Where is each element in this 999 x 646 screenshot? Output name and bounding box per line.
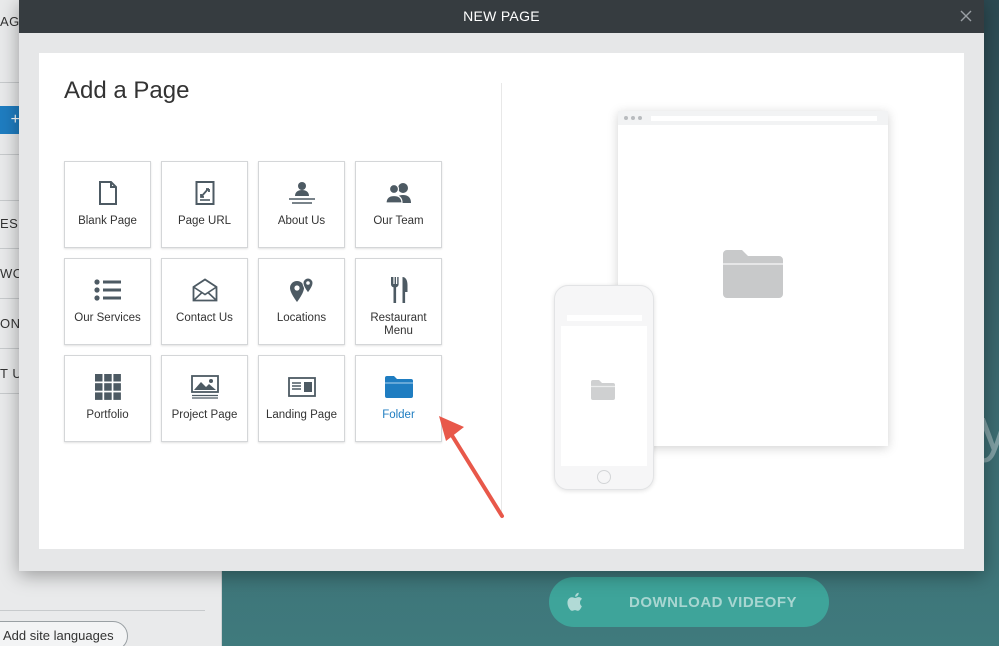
window-dot bbox=[638, 116, 642, 120]
tile-our-team[interactable]: Our Team bbox=[355, 161, 442, 248]
bg-divider bbox=[0, 610, 205, 611]
tile-page-url[interactable]: Page URL bbox=[161, 161, 248, 248]
image-icon bbox=[190, 373, 220, 401]
tile-project-page[interactable]: Project Page bbox=[161, 355, 248, 442]
new-page-modal: NEW PAGE Add a Page Blank Page Page URL bbox=[19, 0, 984, 571]
window-dot bbox=[631, 116, 635, 120]
download-button[interactable]: DOWNLOAD VIDEOFY bbox=[549, 577, 829, 627]
folder-icon bbox=[384, 373, 414, 401]
page-type-grid: Blank Page Page URL About Us Our Team Ou… bbox=[64, 161, 444, 442]
tile-landing-page[interactable]: Landing Page bbox=[258, 355, 345, 442]
tile-blank-page[interactable]: Blank Page bbox=[64, 161, 151, 248]
tile-label: Portfolio bbox=[86, 409, 129, 421]
phone-top-bar bbox=[567, 315, 642, 321]
tile-contact-us[interactable]: Contact Us bbox=[161, 258, 248, 345]
tile-about-us[interactable]: About Us bbox=[258, 161, 345, 248]
preview-folder-small-icon bbox=[590, 379, 616, 406]
bg-fragment: ES bbox=[0, 216, 19, 231]
tile-label: Restaurant Menu bbox=[370, 312, 427, 337]
tile-label: Folder bbox=[382, 409, 415, 421]
about-us-icon bbox=[287, 179, 317, 207]
page-title: Add a Page bbox=[64, 77, 190, 104]
address-bar bbox=[651, 115, 877, 121]
tile-label: Project Page bbox=[171, 409, 238, 421]
modal-header: NEW PAGE bbox=[19, 0, 984, 33]
our-team-icon bbox=[384, 179, 414, 207]
modal-title: NEW PAGE bbox=[463, 8, 540, 24]
grid-icon bbox=[93, 373, 123, 401]
tile-label: Our Team bbox=[373, 215, 424, 227]
tile-label: Page URL bbox=[177, 215, 232, 227]
tile-label: Contact Us bbox=[176, 312, 233, 324]
desktop-preview bbox=[618, 111, 888, 446]
phone-home-button bbox=[597, 470, 611, 484]
location-pin-icon bbox=[287, 276, 317, 304]
tile-label: Our Services bbox=[74, 312, 141, 324]
fork-knife-icon bbox=[384, 276, 414, 304]
tile-locations[interactable]: Locations bbox=[258, 258, 345, 345]
landing-page-icon bbox=[287, 373, 317, 401]
tile-label: About Us bbox=[277, 215, 326, 227]
tile-label: Locations bbox=[276, 312, 327, 324]
browser-toolbar bbox=[618, 111, 888, 125]
page-url-icon bbox=[190, 179, 220, 207]
mobile-preview bbox=[554, 285, 654, 490]
blank-page-icon bbox=[93, 179, 123, 207]
services-list-icon bbox=[93, 276, 123, 304]
preview-folder-icon bbox=[721, 248, 785, 305]
download-button-label: DOWNLOAD VIDEOFY bbox=[629, 593, 797, 611]
annotation-arrow-icon bbox=[439, 416, 504, 518]
close-icon[interactable] bbox=[956, 6, 976, 26]
tile-label: Landing Page bbox=[266, 409, 337, 421]
window-dot bbox=[624, 116, 628, 120]
tile-folder[interactable]: Folder bbox=[355, 355, 442, 442]
envelope-icon bbox=[190, 276, 220, 304]
tile-our-services[interactable]: Our Services bbox=[64, 258, 151, 345]
tile-label: Blank Page bbox=[78, 215, 137, 227]
apple-icon bbox=[561, 587, 591, 617]
tile-portfolio[interactable]: Portfolio bbox=[64, 355, 151, 442]
add-site-languages-button[interactable]: Add site languages bbox=[0, 621, 128, 646]
tile-restaurant-menu[interactable]: Restaurant Menu bbox=[355, 258, 442, 345]
modal-body: Add a Page Blank Page Page URL About Us bbox=[39, 53, 964, 549]
